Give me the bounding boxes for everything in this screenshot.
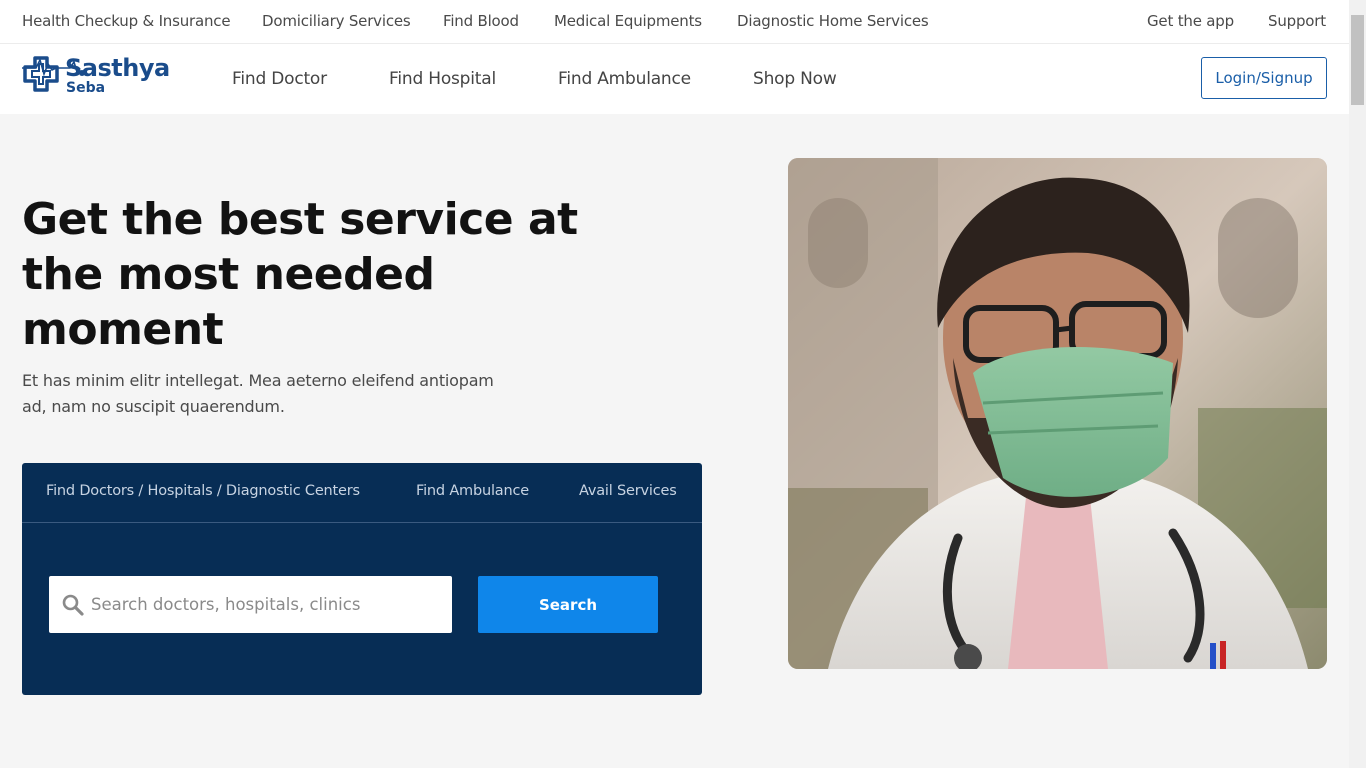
nav-find-hospital[interactable]: Find Hospital: [389, 69, 496, 89]
search-tabs: Find Doctors / Hospitals / Diagnostic Ce…: [22, 463, 702, 523]
vertical-scrollbar[interactable]: [1349, 0, 1366, 768]
login-signup-button[interactable]: Login/Signup: [1201, 57, 1327, 99]
scrollbar-thumb[interactable]: [1351, 15, 1364, 105]
topbar-link-diagnostic-home[interactable]: Diagnostic Home Services: [737, 12, 929, 30]
tab-find-ambulance[interactable]: Find Ambulance: [416, 483, 529, 499]
heartbeat-icon: [22, 57, 85, 77]
topbar-link-find-blood[interactable]: Find Blood: [443, 12, 519, 30]
search-box: [49, 576, 452, 633]
search-input[interactable]: [91, 576, 441, 633]
logo[interactable]: Sasthya Seba: [22, 54, 172, 104]
hero-doctor-image: [788, 158, 1327, 669]
logo-subtitle: Seba: [66, 80, 106, 96]
nav-find-ambulance[interactable]: Find Ambulance: [558, 69, 691, 89]
doctor-photo: [788, 158, 1327, 669]
main-navbar: Sasthya Seba Find Doctor Find Hospital F…: [0, 44, 1349, 114]
top-utility-bar: Health Checkup & Insurance Domiciliary S…: [0, 0, 1349, 44]
tab-avail-services[interactable]: Avail Services: [579, 483, 677, 499]
search-icon: [62, 594, 84, 616]
nav-shop-now[interactable]: Shop Now: [753, 69, 837, 89]
search-button[interactable]: Search: [478, 576, 658, 633]
topbar-link-medical-equipments[interactable]: Medical Equipments: [554, 12, 702, 30]
nav-find-doctor[interactable]: Find Doctor: [232, 69, 327, 89]
topbar-link-support[interactable]: Support: [1268, 12, 1326, 30]
topbar-link-get-app[interactable]: Get the app: [1147, 12, 1234, 30]
topbar-link-domiciliary[interactable]: Domiciliary Services: [262, 12, 411, 30]
tab-find-doctors[interactable]: Find Doctors / Hospitals / Diagnostic Ce…: [46, 483, 360, 499]
hero-title: Get the best service at the most needed …: [22, 194, 578, 355]
search-panel: Find Doctors / Hospitals / Diagnostic Ce…: [22, 463, 702, 695]
topbar-link-health-checkup[interactable]: Health Checkup & Insurance: [22, 12, 231, 30]
hero-description: Et has minim elitr intellegat. Mea aeter…: [22, 371, 494, 416]
